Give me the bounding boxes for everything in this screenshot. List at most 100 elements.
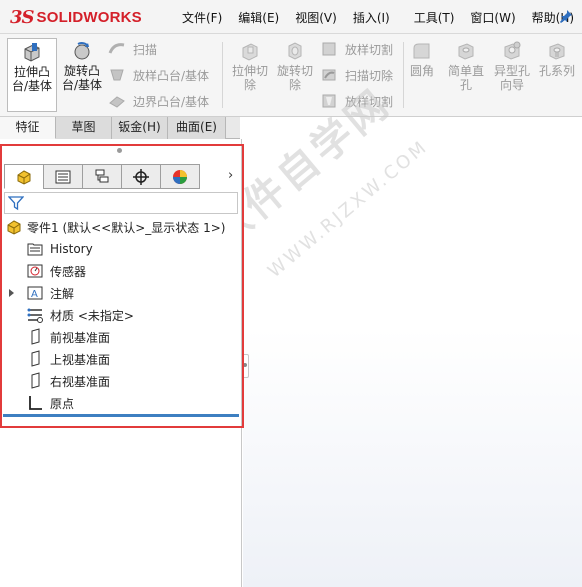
menu-bar: 3S SOLIDWORKS 文件(F) 编辑(E) 视图(V) 插入(I) 工具… [0,0,582,34]
display-manager-icon [173,169,187,184]
logo-mark: 3S [10,6,35,28]
front-plane-label: 前视基准面 [50,330,111,345]
loft-boss-icon [110,69,124,81]
extrude-cut-label: 拉伸切 除 [231,64,268,92]
fillet-label: 圆角 [409,64,434,78]
annotation-icon: A [27,286,43,300]
loft-boss-button[interactable]: 放样凸台/基体 [108,65,209,85]
main-menu: 文件(F) 编辑(E) 视图(V) 插入(I) 工具(T) 窗口(W) 帮助(H… [182,9,574,26]
tree-rollback-bar[interactable] [3,414,239,417]
hole-wizard-label: 异型孔 向导 [493,64,530,92]
tab-features[interactable]: 特征 [0,117,56,139]
loft-cut-button[interactable]: 放样切割 [320,39,393,59]
command-tabs: 特征 草图 钣金(H) 曲面(E) [0,117,240,139]
tree-item-top-plane[interactable]: 上视基准面 [26,348,266,370]
hole-series-label: 孔系列 [538,64,575,78]
tree-item-annotations[interactable]: A 注解 [26,282,266,304]
origin-icon [29,396,42,410]
feature-manager-tab[interactable] [4,164,44,189]
tab-surfaces[interactable]: 曲面(E) [168,117,226,139]
dimxpert-manager-tab[interactable] [121,164,161,189]
part-icon [7,220,21,235]
extrude-boss-icon [24,43,40,62]
loft-cut-icon [322,42,336,56]
fillet-button[interactable]: 圆角 [404,38,440,112]
menu-edit[interactable]: 编辑(E) [238,9,279,26]
menu-window[interactable]: 窗口(W) [470,9,515,26]
tree-item-front-plane[interactable]: 前视基准面 [26,326,266,348]
sweep-cut-icon [322,69,336,81]
boundary-boss-icon [109,96,125,108]
boundary-boss-label: 边界凸台/基体 [133,94,210,109]
hole-series-button[interactable]: 孔系列 [532,38,582,112]
simple-hole-icon [458,43,474,60]
boundary-boss-button[interactable]: 边界凸台/基体 [108,91,209,111]
display-manager-tab[interactable] [160,164,200,189]
fillet-icon [413,43,430,59]
menu-tools[interactable]: 工具(T) [414,9,455,26]
history-folder-icon [27,243,43,256]
chevron-right-icon[interactable]: › [228,168,233,183]
revolve-cut-icon [288,42,302,60]
tab-sheet-metal[interactable]: 钣金(H) [112,117,168,139]
extrude-boss-label: 拉伸凸 台/基体 [11,65,53,93]
tree-item-right-plane[interactable]: 右视基准面 [26,370,266,392]
tree-item-origin[interactable]: 原点 [26,392,266,414]
tab-sketch[interactable]: 草图 [56,117,112,139]
revolve-boss-icon [74,42,90,60]
revolve-cut-button[interactable]: 旋转切 除 [270,38,320,112]
origin-label: 原点 [50,396,75,411]
configuration-manager-icon [95,169,109,182]
tree-item-history[interactable]: History [26,238,266,260]
right-plane-label: 右视基准面 [50,374,111,389]
extrude-boss-button[interactable]: 拉伸凸 台/基体 [7,38,57,112]
sensor-icon [27,264,43,278]
sweep-label: 扫描 [133,42,158,57]
part-label: 零件1 (默认<<默认>_显示状态 1>) [27,220,226,235]
property-manager-tab[interactable] [43,164,83,189]
extrude-cut-button[interactable]: 拉伸切 除 [225,38,275,112]
revolve-cut-label: 旋转切 除 [276,64,313,92]
manager-tabs: › [4,164,240,190]
simple-hole-button[interactable]: 简单直 孔 [441,38,491,112]
menu-view[interactable]: 视图(V) [295,9,337,26]
loft-cut-label: 放样切割 [345,42,394,57]
extrude-cut-icon [242,43,258,61]
revolve-boss-label: 旋转凸 台/基体 [61,64,103,92]
loft-boss-label: 放样凸台/基体 [133,68,210,83]
hole-wizard-button[interactable]: 异型孔 向导 [487,38,537,112]
configuration-manager-tab[interactable] [82,164,122,189]
expand-arrow-icon[interactable] [9,289,14,297]
toolbar-separator [222,42,223,108]
top-plane-label: 上视基准面 [50,352,111,367]
plane-icon [31,372,40,389]
hole-series-icon [549,43,565,60]
material-label: 材质 <未指定> [50,308,134,323]
tree-filter[interactable] [4,192,238,214]
sensors-label: 传感器 [50,264,87,279]
solidworks-logo[interactable]: 3S SOLIDWORKS [10,6,142,28]
tree-item-sensors[interactable]: 传感器 [26,260,266,282]
tree-item-material[interactable]: 材质 <未指定> [26,304,266,326]
panel-grip-icon[interactable] [117,148,122,153]
filter-icon [8,196,24,211]
history-label: History [50,242,93,256]
tree-item-part[interactable]: 零件1 (默认<<默认>_显示状态 1>) [5,216,245,238]
hole-wizard-icon [504,41,521,60]
sweep-button[interactable]: 扫描 [108,39,157,59]
crosshair-icon [133,168,149,185]
simple-hole-label: 简单直 孔 [447,64,484,92]
revolve-boss-button[interactable]: 旋转凸 台/基体 [57,38,107,112]
plane-icon [31,350,40,367]
menu-file[interactable]: 文件(F) [182,9,222,26]
logo-text: SOLIDWORKS [36,8,142,26]
feature-manager-icon [17,169,31,185]
plane-icon [31,328,40,345]
command-manager: 拉伸凸 台/基体 旋转凸 台/基体 扫描 放样凸台/基体 边界凸台/基体 拉伸切… [0,34,582,143]
material-icon [27,308,43,323]
sweep-icon [108,43,125,54]
menu-insert[interactable]: 插入(I) [353,9,390,26]
svg-text:A: A [31,289,38,300]
annotations-label: 注解 [50,286,75,301]
pin-icon[interactable] [559,9,573,23]
